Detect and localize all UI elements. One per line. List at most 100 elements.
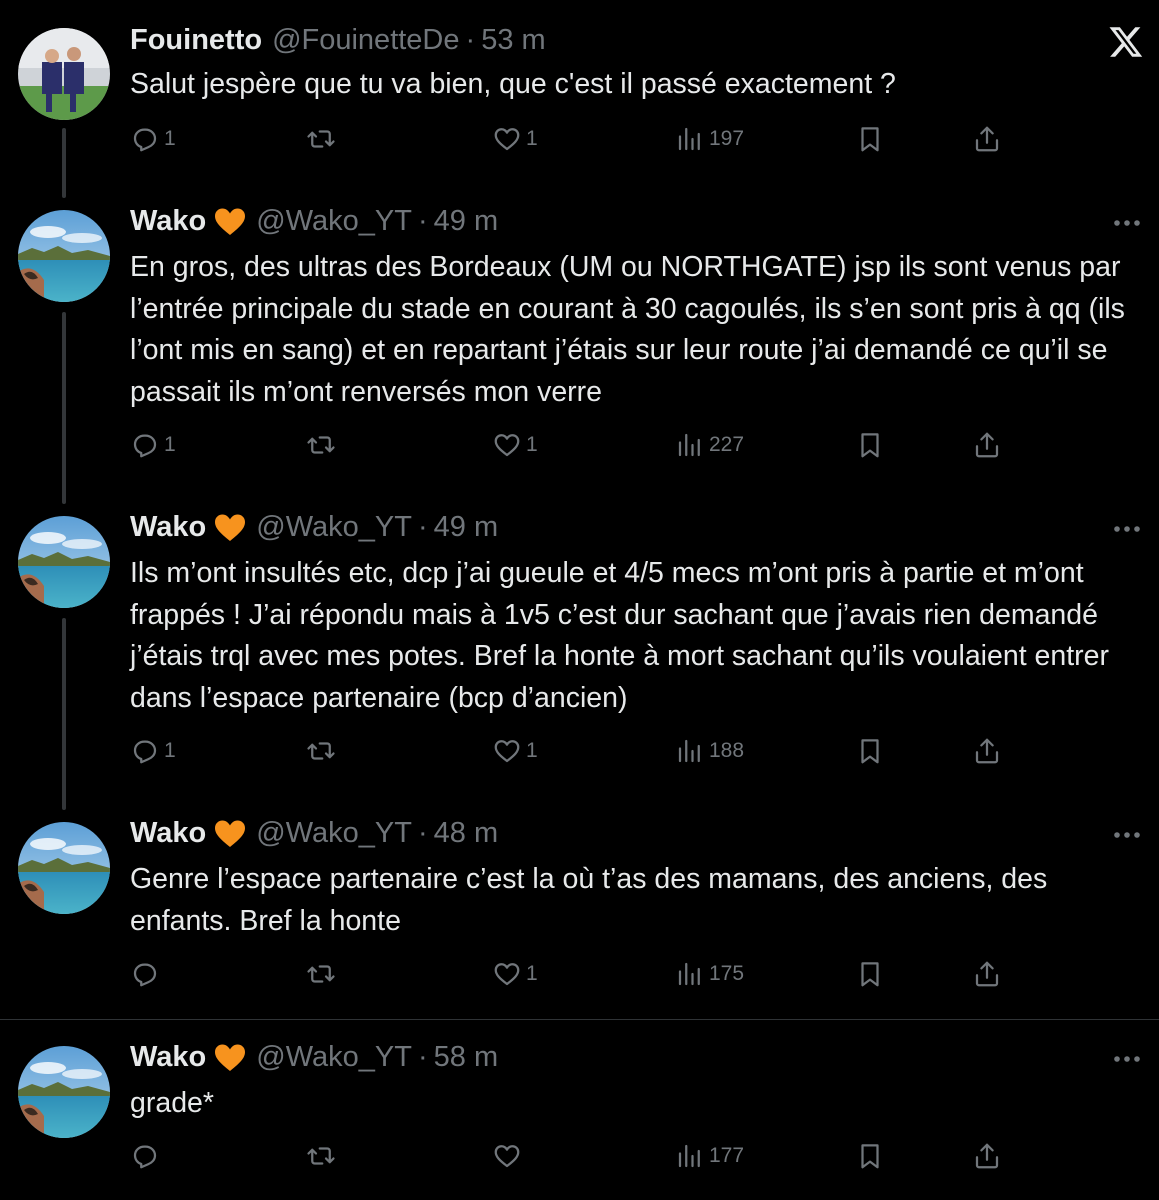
bookmark-icon	[855, 430, 885, 460]
tweet-text: En gros, des ultras des Bordeaux (UM ou …	[130, 251, 1125, 408]
timestamp[interactable]: 49 m	[434, 205, 498, 238]
share-button[interactable]	[972, 733, 1002, 769]
views-button[interactable]: 197	[675, 121, 744, 157]
like-button[interactable]	[492, 1138, 526, 1174]
views-icon	[675, 430, 705, 460]
repost-icon	[306, 430, 336, 460]
author-handle[interactable]: @Wako_YT	[256, 817, 412, 850]
timestamp[interactable]: 49 m	[434, 511, 498, 544]
like-button[interactable]: 1	[492, 121, 538, 157]
author-handle[interactable]: @Wako_YT	[256, 205, 412, 238]
reply-button[interactable]: 1	[130, 427, 176, 463]
author-handle[interactable]: @Wako_YT	[256, 511, 412, 544]
author-name[interactable]: Wako	[130, 817, 206, 850]
tweet-text: grade*	[130, 1087, 214, 1119]
author-name[interactable]: Wako	[130, 205, 206, 238]
views-icon	[675, 1141, 705, 1171]
bookmark-button[interactable]	[855, 121, 885, 157]
author-name[interactable]: Fouinetto	[130, 24, 262, 57]
share-icon	[972, 736, 1002, 766]
repost-button[interactable]	[306, 956, 340, 992]
views-button[interactable]: 177	[675, 1138, 744, 1174]
separator: ·	[417, 1041, 428, 1073]
views-icon	[675, 736, 705, 766]
reply-icon	[130, 430, 160, 460]
share-icon	[972, 1141, 1002, 1171]
views-count: 188	[709, 739, 745, 762]
reply-icon	[130, 736, 160, 766]
repost-button[interactable]	[306, 121, 340, 157]
author-handle[interactable]: @FouinetteDe	[272, 24, 459, 57]
reply-button[interactable]	[130, 956, 164, 992]
action-bar: 1 1 197	[130, 121, 1010, 157]
avatar[interactable]	[18, 210, 110, 302]
avatar[interactable]	[18, 28, 110, 120]
reply-button[interactable]: 1	[130, 733, 176, 769]
share-button[interactable]	[972, 956, 1002, 992]
timestamp[interactable]: 53 m	[481, 24, 545, 57]
share-button[interactable]	[972, 121, 1002, 157]
thread-line	[62, 618, 66, 810]
like-count: 1	[526, 962, 538, 985]
bookmark-button[interactable]	[855, 427, 885, 463]
tweet-header: Wako @Wako_YT · 48 m	[130, 817, 498, 850]
like-button[interactable]: 1	[492, 733, 538, 769]
like-count: 1	[526, 739, 538, 762]
repost-icon	[306, 736, 336, 766]
more-options-icon[interactable]	[1113, 525, 1141, 533]
orange-heart-icon	[214, 207, 246, 237]
more-options-icon[interactable]	[1113, 831, 1141, 839]
separator: ·	[417, 205, 428, 237]
divider	[0, 1019, 1159, 1020]
action-bar: 1 1 227	[130, 427, 1010, 463]
timestamp[interactable]: 48 m	[434, 817, 498, 850]
tweet-text: Salut jespère que tu va bien, que c'est …	[130, 68, 896, 100]
repost-icon	[306, 1141, 336, 1171]
tweet-header: Wako @Wako_YT · 58 m	[130, 1041, 498, 1074]
like-count: 1	[526, 433, 538, 456]
author-name[interactable]: Wako	[130, 1041, 206, 1074]
reply-button[interactable]: 1	[130, 121, 176, 157]
share-icon	[972, 124, 1002, 154]
reply-icon	[130, 124, 160, 154]
bookmark-button[interactable]	[855, 733, 885, 769]
timestamp[interactable]: 58 m	[434, 1041, 498, 1074]
reply-button[interactable]	[130, 1138, 164, 1174]
author-name[interactable]: Wako	[130, 511, 206, 544]
orange-heart-icon	[214, 513, 246, 543]
like-button[interactable]: 1	[492, 427, 538, 463]
views-button[interactable]: 188	[675, 733, 744, 769]
more-options-icon[interactable]	[1113, 1055, 1141, 1063]
separator: ·	[417, 817, 428, 849]
views-button[interactable]: 175	[675, 956, 744, 992]
x-logo-icon[interactable]	[1108, 24, 1144, 60]
action-bar: 1 175	[130, 956, 1010, 992]
bookmark-button[interactable]	[855, 956, 885, 992]
avatar[interactable]	[18, 516, 110, 608]
share-button[interactable]	[972, 1138, 1002, 1174]
like-button[interactable]: 1	[492, 956, 538, 992]
repost-button[interactable]	[306, 733, 340, 769]
views-button[interactable]: 227	[675, 427, 744, 463]
tweet-text: Ils m’ont insultés etc, dcp j’ai gueule …	[130, 557, 1109, 714]
views-count: 227	[709, 433, 745, 456]
repost-button[interactable]	[306, 427, 340, 463]
author-handle[interactable]: @Wako_YT	[256, 1041, 412, 1074]
repost-button[interactable]	[306, 1138, 340, 1174]
share-icon	[972, 430, 1002, 460]
reply-icon	[130, 959, 160, 989]
orange-heart-icon	[214, 1043, 246, 1073]
avatar[interactable]	[18, 822, 110, 914]
more-options-icon[interactable]	[1113, 219, 1141, 227]
reply-count: 1	[164, 127, 176, 150]
bookmark-icon	[855, 959, 885, 989]
bookmark-icon	[855, 1141, 885, 1171]
share-button[interactable]	[972, 427, 1002, 463]
bookmark-button[interactable]	[855, 1138, 885, 1174]
action-bar: 177	[130, 1138, 1010, 1174]
views-count: 197	[709, 127, 745, 150]
views-icon	[675, 124, 705, 154]
repost-icon	[306, 124, 336, 154]
tweet-header: Fouinetto @FouinetteDe · 53 m	[130, 24, 546, 57]
avatar[interactable]	[18, 1046, 110, 1138]
